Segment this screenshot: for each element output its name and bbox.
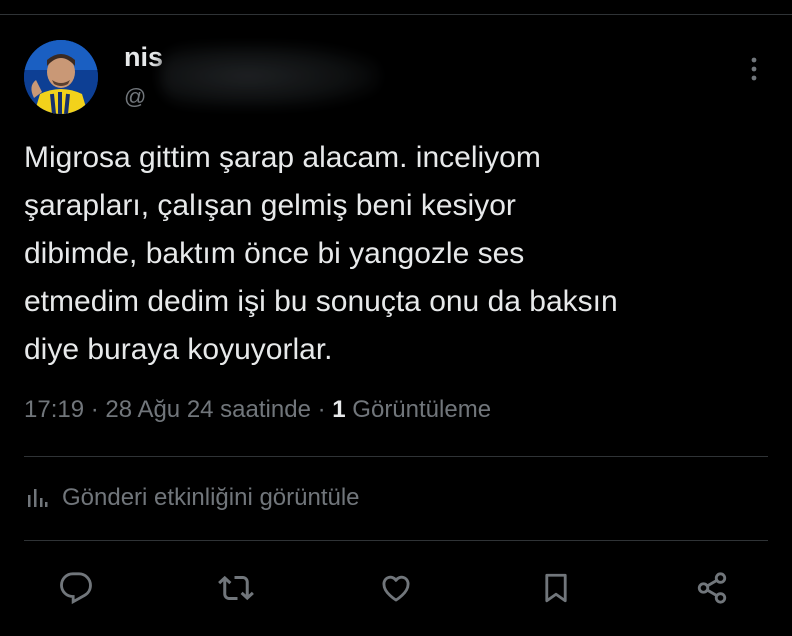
- like-button[interactable]: [376, 568, 416, 608]
- redaction-blur: [160, 44, 380, 108]
- tweet-meta: 17:19 · 28 Ağu 24 saatinde · 1 Görüntüle…: [24, 396, 491, 424]
- meta-separator: ·: [317, 396, 326, 423]
- avatar[interactable]: [24, 40, 98, 114]
- divider: [24, 540, 768, 541]
- tweet-text: Migrosa gittim şarap alacam. inceliyom ş…: [24, 141, 618, 366]
- meta-separator: ·: [90, 396, 99, 423]
- author-handle[interactable]: @: [124, 84, 146, 110]
- top-divider: [0, 14, 792, 15]
- retweet-icon: [218, 575, 254, 601]
- bookmark-button[interactable]: [536, 568, 576, 608]
- tweet-time[interactable]: 17:19: [24, 396, 84, 423]
- more-vertical-icon[interactable]: [744, 54, 764, 84]
- view-activity-label: Gönderi etkinliğini görüntüle: [62, 484, 360, 511]
- heart-icon: [382, 575, 410, 602]
- avatar-image: [24, 40, 98, 114]
- author-name[interactable]: nis: [124, 42, 163, 73]
- retweet-button[interactable]: [216, 568, 256, 608]
- share-button[interactable]: [692, 568, 732, 608]
- views-count: 1: [332, 396, 346, 423]
- tweet-date[interactable]: 28 Ağu 24 saatinde: [105, 396, 311, 423]
- action-bar: [0, 568, 792, 616]
- analytics-bars-icon: [28, 489, 48, 507]
- views-label: Görüntüleme: [352, 396, 492, 423]
- reply-button[interactable]: [56, 568, 96, 608]
- reply-bubble-icon: [60, 572, 92, 605]
- divider: [24, 456, 768, 457]
- share-icon: [697, 572, 727, 604]
- bookmark-icon: [545, 573, 567, 603]
- view-activity-link[interactable]: Gönderi etkinliğini görüntüle: [24, 484, 360, 512]
